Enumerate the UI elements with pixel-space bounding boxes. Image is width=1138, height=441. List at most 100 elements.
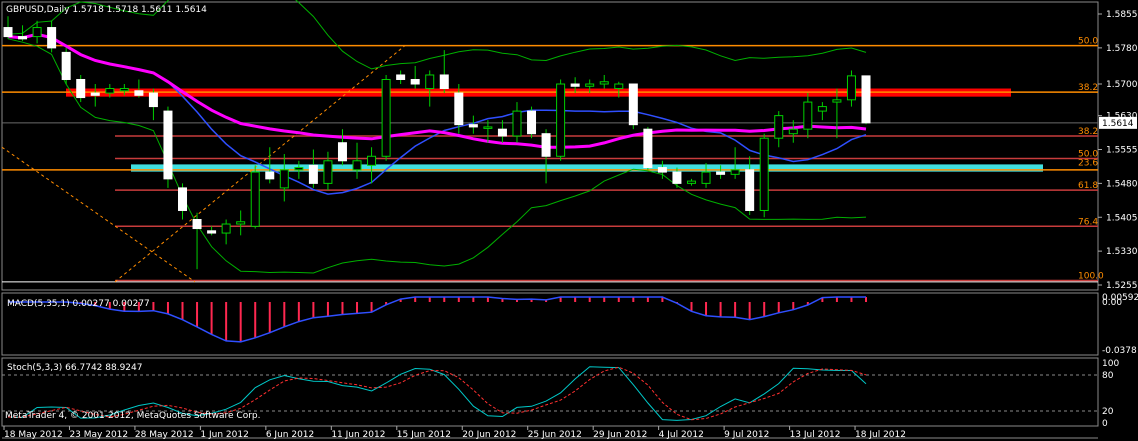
- candle-body: [76, 78, 86, 99]
- copyright-text: MetaTrader 4, © 2001-2012, MetaQuotes So…: [5, 411, 261, 421]
- candle-body: [367, 155, 377, 166]
- candle-body: [483, 126, 493, 129]
- stoch-tick-label: 100: [1102, 359, 1119, 369]
- axes: 1.58551.57801.57001.56301.55551.54801.54…: [3, 10, 1138, 440]
- candle-body: [163, 110, 173, 180]
- candle-body: [323, 160, 333, 184]
- candle-body: [628, 83, 638, 126]
- price-tick-label: 1.5330: [1106, 247, 1138, 257]
- price-tick-label: 1.5780: [1106, 44, 1138, 54]
- panel-frame: [1, 292, 1099, 356]
- fib-label: 100.0: [1078, 271, 1104, 281]
- price-tick-label: 1.5555: [1106, 146, 1138, 156]
- candle-body: [686, 180, 696, 184]
- candle-body: [672, 171, 682, 184]
- time-tick-label: 20 Jun 2012: [462, 430, 516, 440]
- candle-body: [294, 167, 304, 171]
- price-tick-label: 1.5700: [1106, 80, 1138, 90]
- time-tick-label: 15 Jun 2012: [397, 430, 451, 440]
- price-tick-label: 1.5480: [1106, 179, 1138, 189]
- stoch-tick-label: 80: [1102, 371, 1114, 381]
- time-tick-label: 23 May 2012: [69, 430, 128, 440]
- candle-body: [425, 74, 435, 90]
- candle-body: [250, 171, 260, 227]
- fib-label: 38.2: [1078, 127, 1098, 137]
- candle-body: [585, 83, 595, 87]
- current-price-label: 1.5614: [1102, 119, 1134, 129]
- fib-label: 61.8: [1078, 181, 1098, 191]
- candle-body: [846, 75, 856, 101]
- candle-body: [716, 171, 726, 175]
- candle-body: [527, 110, 537, 135]
- candle-body: [745, 169, 755, 211]
- time-tick-label: 28 May 2012: [135, 430, 194, 440]
- candle-body: [352, 160, 362, 171]
- price-tick-label: 1.5855: [1106, 10, 1138, 20]
- time-tick-label: 9 Jul 2012: [724, 430, 769, 440]
- stoch-tick-label: 0: [1102, 419, 1108, 429]
- candle-body: [178, 187, 188, 211]
- candle-body: [817, 106, 827, 112]
- candle-body: [134, 90, 144, 96]
- candle-body: [730, 169, 740, 175]
- candle-body: [468, 124, 478, 128]
- candle-body: [614, 83, 624, 90]
- candle-body: [105, 88, 115, 94]
- candle-body: [221, 223, 231, 234]
- candle-body: [861, 75, 871, 124]
- candle-body: [61, 51, 71, 80]
- price-tick-label: 1.5405: [1106, 213, 1138, 223]
- candle-body: [236, 221, 246, 225]
- time-tick-label: 25 Jun 2012: [528, 430, 582, 440]
- time-tick-label: 1 Jun 2012: [200, 430, 248, 440]
- price-panel: 50.038.238.250.023.661.876.4100.0: [1, 0, 1104, 283]
- time-tick-label: 4 Jul 2012: [659, 430, 704, 440]
- candle-body: [570, 83, 580, 87]
- candle-body: [32, 27, 42, 38]
- fib-label: 23.6: [1078, 159, 1098, 169]
- candle-body: [556, 83, 566, 157]
- candle-body: [788, 128, 798, 135]
- candle-body: [279, 169, 289, 189]
- macd-title: MACD(5,35,1) 0.00277 0.00277: [7, 299, 150, 309]
- candle-body: [599, 81, 609, 85]
- time-tick-label: 18 Jul 2012: [855, 430, 906, 440]
- candle-body: [3, 27, 13, 38]
- time-tick-label: 29 Jun 2012: [593, 430, 647, 440]
- candle-body: [308, 164, 318, 184]
- candle-body: [337, 142, 347, 162]
- time-tick-label: 6 Jun 2012: [266, 430, 314, 440]
- stoch-title: Stoch(5,3,3) 66.7742 88.9247: [7, 363, 142, 373]
- candle-body: [265, 171, 275, 180]
- lower-band: [7, 38, 867, 274]
- candle-body: [803, 101, 813, 130]
- candle-body: [207, 230, 217, 234]
- chart-title: GBPUSD,Daily 1.5718 1.5718 1.5611 1.5614: [6, 5, 207, 15]
- panel-frames: [1, 1, 1099, 439]
- candle-body: [497, 128, 507, 137]
- candle-body: [512, 110, 522, 137]
- fib-trendline: [1, 45, 406, 283]
- time-tick-label: 11 Jun 2012: [331, 430, 385, 440]
- stoch-tick-label: 20: [1102, 407, 1114, 417]
- candle-body: [643, 128, 653, 169]
- candle-body: [148, 92, 158, 108]
- candle-body: [396, 74, 406, 80]
- candle-body: [832, 99, 842, 103]
- candle-body: [192, 219, 202, 230]
- time-tick-label: 13 Jul 2012: [790, 430, 841, 440]
- candle-body: [90, 92, 100, 96]
- candle-body: [774, 115, 784, 139]
- candle-body: [47, 27, 57, 49]
- candle-body: [759, 137, 769, 211]
- fib-label: 76.4: [1078, 217, 1098, 227]
- chart-window: 50.0 38.2 38.2 50.0 23.6 61.8 76.4 100.0 1.5855…: [0, 0, 1138, 441]
- candle-body: [701, 171, 711, 184]
- macd-tick-label: 0.00: [1102, 298, 1122, 308]
- fib-label: 38.2: [1078, 83, 1098, 93]
- candle-body: [541, 133, 551, 157]
- candle-body: [381, 78, 391, 157]
- candle-body: [657, 167, 667, 173]
- fib-label: 50.0: [1078, 37, 1098, 47]
- price-tick-label: 1.5255: [1106, 281, 1138, 291]
